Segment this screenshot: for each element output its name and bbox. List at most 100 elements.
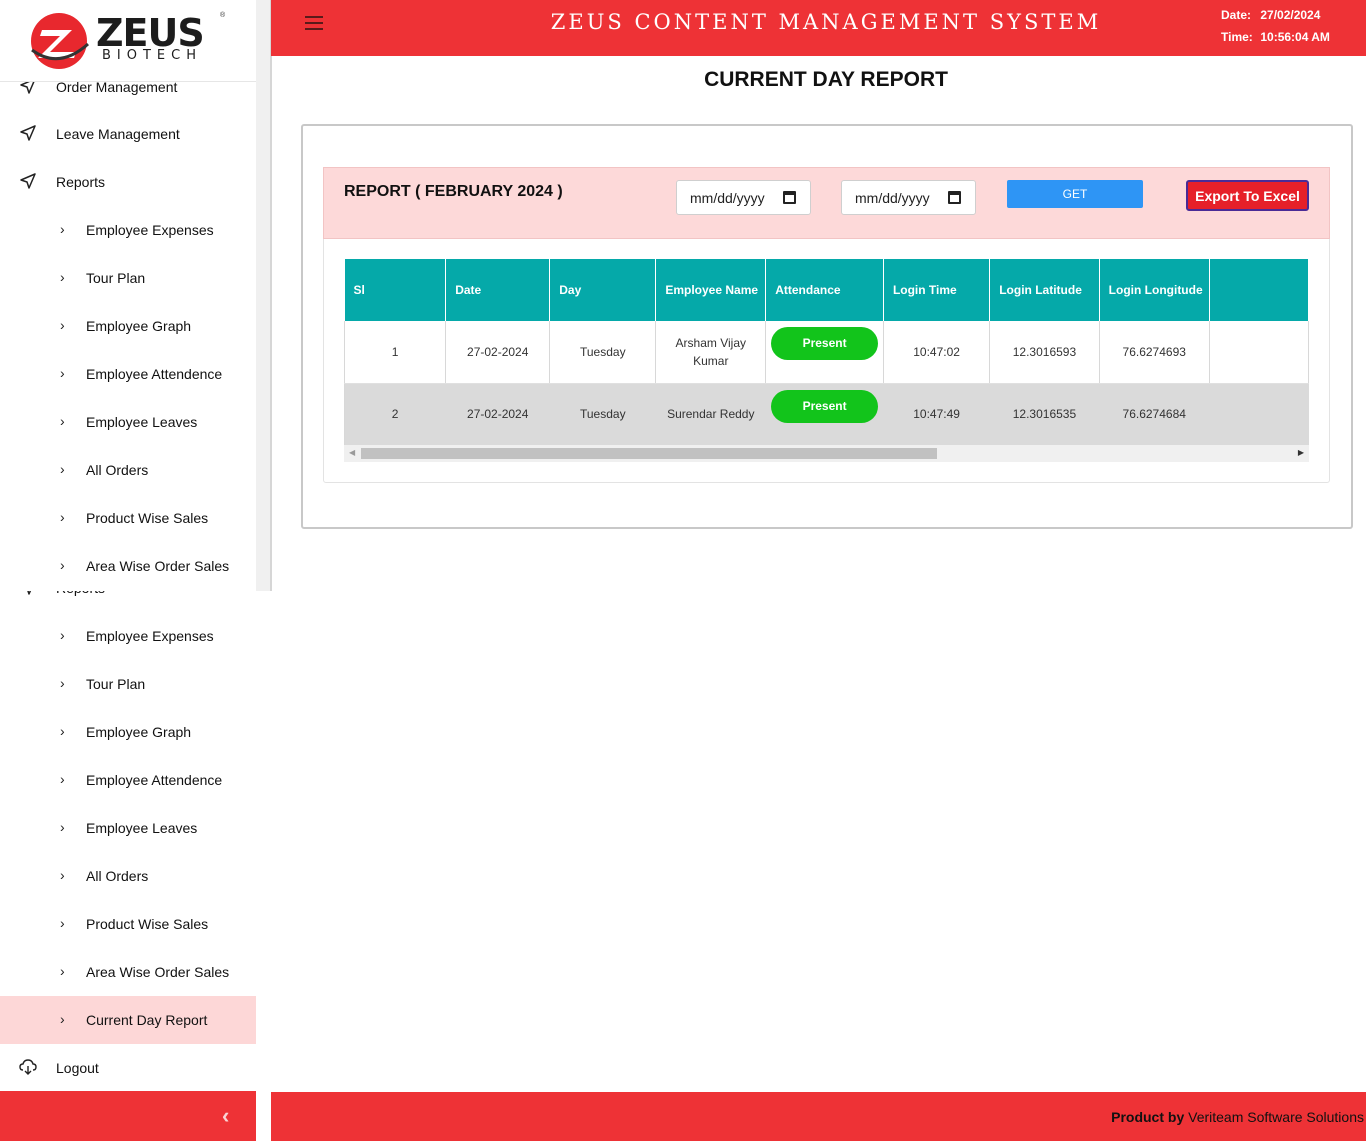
chevron-right-icon: ›	[60, 915, 65, 931]
zeus-logo-icon	[31, 13, 90, 69]
sidebar-subitem-employee-expenses[interactable]: › Employee Expenses	[0, 206, 256, 254]
chevron-right-icon: ›	[60, 723, 65, 739]
cell-date: 27-02-2024	[445, 383, 551, 445]
sidebar-item-reports[interactable]: Reports	[0, 591, 256, 612]
chevron-right-icon: ›	[60, 221, 65, 237]
sidebar-subitem-current-day-report[interactable]: › Current Day Report	[0, 996, 256, 1044]
cell-login-time: 10:47:49	[883, 383, 991, 445]
sidebar-item-label: Area Wise Order Sales	[86, 964, 230, 980]
sidebar-item-label: All Orders	[86, 868, 149, 884]
footer-credit: Product by Veriteam Software Solutions	[1111, 1109, 1364, 1125]
sidebar-subitem-employee-leaves[interactable]: › Employee Leaves	[0, 398, 256, 446]
chevron-right-icon: ›	[60, 365, 65, 381]
cell-employee-name: Arsham Vijay Kumar	[655, 321, 767, 384]
cell-overflow	[1209, 321, 1309, 384]
sidebar-subitem-tour-plan[interactable]: › Tour Plan	[0, 660, 256, 708]
to-date-input[interactable]: mm/dd/yyyy	[841, 180, 976, 215]
sidebar-subitem-employee-attendence[interactable]: › Employee Attendence	[0, 756, 256, 804]
cell-login-time: 10:47:02	[883, 321, 991, 384]
sidebar-item-label: Tour Plan	[86, 676, 146, 692]
cell-day: Tuesday	[549, 383, 657, 445]
sidebar-item-leave-management[interactable]: Leave Management	[0, 110, 256, 158]
sidebar-scrollbar-track[interactable]	[256, 0, 271, 591]
cell-sl: 2	[344, 383, 447, 445]
scroll-left-arrow-icon[interactable]: ◀	[349, 448, 355, 457]
sidebar-menu-scroll[interactable]: Order Management Leave Management Report…	[0, 82, 256, 591]
footer-company-link[interactable]: Veriteam Software Solutions	[1188, 1109, 1364, 1125]
sidebar-item-label: Employee Leaves	[86, 414, 198, 430]
brand-logo[interactable]: ZEUS ® BIOTECH	[0, 0, 256, 82]
sidebar-subitem-tour-plan[interactable]: › Tour Plan	[0, 254, 256, 302]
brand-registered: ®	[220, 12, 226, 19]
get-button[interactable]: GET	[1007, 180, 1143, 208]
table-horizontal-scrollbar[interactable]: ◀ ▶	[344, 445, 1309, 462]
sidebar-item-order-management[interactable]: Order Management	[0, 82, 256, 111]
employee-name-line1: Arsham Vijay	[675, 335, 747, 350]
scroll-right-arrow-icon[interactable]: ▶	[1298, 448, 1304, 457]
sidebar-item-label: Order Management	[56, 82, 178, 95]
from-date-input[interactable]: mm/dd/yyyy	[676, 180, 811, 215]
top-header: ZEUS CONTENT MANAGEMENT SYSTEM Date: 27/…	[271, 0, 1366, 56]
sidebar-subitem-employee-graph[interactable]: › Employee Graph	[0, 302, 256, 350]
column-header-login-latitude: Login Latitude	[989, 259, 1100, 321]
chevron-right-icon: ›	[60, 461, 65, 477]
sidebar-subitem-employee-graph[interactable]: › Employee Graph	[0, 708, 256, 756]
sidebar-subitem-product-wise-sales[interactable]: › Product Wise Sales	[0, 494, 256, 542]
sidebar-subitem-area-wise-order-sales[interactable]: › Area Wise Order Sales	[0, 542, 256, 590]
cell-sl: 1	[344, 321, 447, 384]
employee-name-line2: Kumar	[693, 353, 729, 368]
date-value: 27/02/2024	[1260, 8, 1321, 22]
cloud-download-icon	[19, 1059, 37, 1075]
time-value: 10:56:04 AM	[1260, 30, 1330, 44]
sidebar-subitem-all-orders[interactable]: › All Orders	[0, 446, 256, 494]
date-label: Date:	[1221, 8, 1252, 22]
sidebar-subitem-employee-attendence[interactable]: › Employee Attendence	[0, 350, 256, 398]
scrollbar-thumb[interactable]	[361, 448, 937, 459]
sidebar-item-label: Employee Expenses	[86, 628, 214, 644]
calendar-icon[interactable]	[783, 191, 796, 204]
sidebar-menu-lower: Reports › Employee Expenses › Tour Plan › E…	[0, 591, 256, 1091]
sidebar-item-label: Employee Graph	[86, 318, 192, 334]
report-table-scroll[interactable]: Sl Date Day Employee Name Attendance Log…	[344, 259, 1309, 462]
cell-day: Tuesday	[549, 321, 657, 384]
cell-attendance: Present	[765, 321, 884, 384]
sidebar-item-label: Employee Graph	[86, 724, 192, 740]
table-row: 2 27-02-2024 Tuesday Surendar Reddy Pres…	[344, 383, 1309, 445]
column-header-overflow	[1209, 259, 1309, 321]
sidebar-item-label: Area Wise Order Sales	[86, 558, 230, 574]
from-date-placeholder: mm/dd/yyyy	[690, 190, 765, 206]
column-header-date: Date	[445, 259, 551, 321]
send-icon	[20, 173, 36, 189]
column-header-day: Day	[549, 259, 657, 321]
sidebar-item-label: Product Wise Sales	[86, 916, 209, 932]
sidebar-item-label: Employee Leaves	[86, 820, 198, 836]
chevron-right-icon: ›	[60, 509, 65, 525]
send-icon	[20, 82, 35, 94]
calendar-icon[interactable]	[948, 191, 961, 204]
chevron-right-icon: ›	[60, 269, 65, 285]
chevron-right-icon: ›	[60, 675, 65, 691]
sidebar-item-label: Employee Expenses	[86, 222, 214, 238]
sidebar-subitem-area-wise-order-sales[interactable]: › Area Wise Order Sales	[0, 948, 256, 996]
chevron-left-icon[interactable]: ‹	[222, 1103, 229, 1129]
sidebar-item-label: Employee Attendence	[86, 772, 223, 788]
chevron-right-icon: ›	[60, 413, 65, 429]
cell-login-latitude: 12.3016593	[989, 321, 1100, 384]
cell-attendance: Present	[765, 383, 884, 445]
cell-date: 27-02-2024	[445, 321, 551, 384]
column-header-login-longitude: Login Longitude	[1099, 259, 1210, 321]
column-header-login-time: Login Time	[883, 259, 991, 321]
chevron-right-icon: ›	[60, 627, 65, 643]
cell-login-latitude: 12.3016535	[989, 383, 1100, 445]
sidebar-item-logout[interactable]: Logout	[0, 1044, 256, 1091]
sidebar-subitem-all-orders[interactable]: › All Orders	[0, 852, 256, 900]
cell-employee-name: Surendar Reddy	[655, 383, 767, 445]
sidebar-subitem-employee-leaves[interactable]: › Employee Leaves	[0, 804, 256, 852]
sidebar-subitem-employee-expenses[interactable]: › Employee Expenses	[0, 612, 256, 660]
sidebar-item-label: Leave Management	[56, 126, 180, 142]
sidebar-item-reports[interactable]: Reports	[0, 158, 256, 206]
sidebar-item-label: Current Day Report	[86, 1012, 208, 1028]
sidebar-subitem-product-wise-sales[interactable]: › Product Wise Sales	[0, 900, 256, 948]
export-to-excel-button[interactable]: Export To Excel	[1186, 180, 1309, 211]
attendance-badge: Present	[771, 389, 879, 423]
